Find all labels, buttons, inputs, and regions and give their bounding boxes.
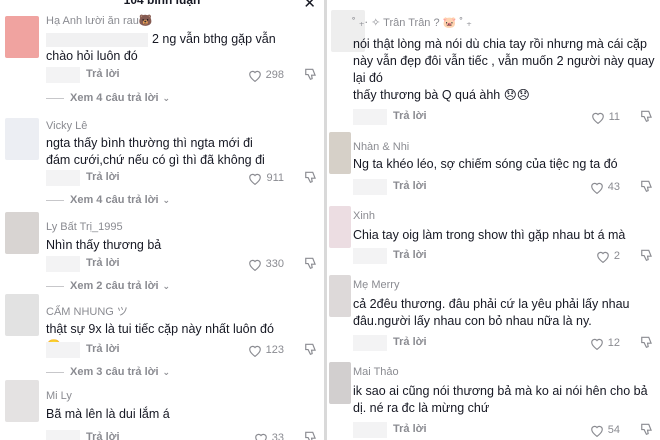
reply-button[interactable]: Trả lời <box>86 257 120 269</box>
comment-username[interactable]: Mi Ly <box>46 390 72 402</box>
reply-button[interactable]: Trả lời <box>393 110 427 122</box>
like-count: 12 <box>607 337 620 349</box>
avatar[interactable] <box>329 132 351 174</box>
dislike-icon[interactable] <box>304 256 318 270</box>
avatar[interactable] <box>5 118 39 160</box>
like-button[interactable]: 123 <box>248 340 284 360</box>
comment-text: Chia tay oig làm trong show thì gặp nhau… <box>353 228 626 242</box>
like-button[interactable]: 12 <box>590 333 620 353</box>
comments-count-title: 104 bình luận <box>123 0 201 7</box>
comment-text: Ng ta khéo léo, sợ chiếm sóng của tiệc n… <box>353 157 618 171</box>
dislike-icon[interactable] <box>304 430 318 440</box>
dislike-icon[interactable] <box>640 179 654 193</box>
avatar[interactable] <box>5 16 39 58</box>
like-count: 2 <box>613 250 620 262</box>
reply-button[interactable]: Trả lời <box>86 171 120 183</box>
like-button[interactable]: 11 <box>591 107 620 127</box>
comment-username[interactable]: ˚ ₊‧ ✧ Trân Trân ? 🐷 ˚ ₊ <box>352 16 472 29</box>
like-count: 11 <box>608 111 620 123</box>
like-count: 43 <box>607 181 620 193</box>
like-count: 911 <box>266 172 284 184</box>
comment-username[interactable]: Xinh <box>353 210 375 222</box>
reply-button[interactable]: Trả lời <box>86 431 120 440</box>
heart-icon <box>254 433 267 440</box>
close-icon[interactable]: ✕ <box>303 0 316 12</box>
like-button[interactable]: 54 <box>590 420 620 440</box>
heart-icon <box>248 345 261 357</box>
comment-username[interactable]: Vicky Lê <box>46 120 87 132</box>
heart-icon <box>590 338 603 350</box>
comments-panel-left: 104 bình luận ✕ Hạ Anh lười ăn rau🐻 2 ng… <box>0 0 324 440</box>
like-button[interactable]: 43 <box>590 177 620 197</box>
heart-icon <box>597 251 609 263</box>
heart-icon <box>248 70 261 82</box>
like-count: 298 <box>265 69 284 81</box>
heart-icon <box>590 182 603 194</box>
like-button[interactable]: 298 <box>248 65 284 85</box>
comment-text: ik sao ai cũng nói thương bả mà ko ai nó… <box>353 384 648 415</box>
comment-text: nói thật lòng mà nói dù chia tay rồi như… <box>353 37 655 102</box>
comment-username[interactable]: Hạ Anh lười ăn rau🐻 <box>46 14 153 27</box>
comment-username[interactable]: Mai Thảo <box>353 366 399 378</box>
comment-username[interactable]: Ly Bất Trị_1995 <box>46 221 123 233</box>
view-replies-button[interactable]: Xem 2 câu trả lời ⌄ <box>46 280 170 292</box>
avatar[interactable] <box>5 212 39 254</box>
heart-icon <box>249 173 262 185</box>
like-count: 123 <box>265 344 284 356</box>
avatar[interactable] <box>5 294 39 336</box>
avatar[interactable] <box>329 206 351 248</box>
view-replies-button[interactable]: Xem 3 câu trả lời ⌄ <box>46 366 170 378</box>
dislike-icon[interactable] <box>640 248 654 262</box>
avatar[interactable] <box>5 380 39 422</box>
like-button[interactable]: 2 <box>596 246 620 266</box>
dislike-icon[interactable] <box>304 342 318 356</box>
dislike-icon[interactable] <box>640 422 654 436</box>
comment-username[interactable]: CẨM NHUNG ツ <box>46 303 128 319</box>
like-count: 330 <box>265 258 284 270</box>
reply-button[interactable]: Trả lời <box>393 336 427 348</box>
reply-button[interactable]: Trả lời <box>393 423 427 435</box>
heart-icon <box>590 425 603 437</box>
chevron-down-icon: ⌄ <box>162 194 171 205</box>
comment-username[interactable]: Nhàn & Nhi <box>353 141 409 153</box>
chevron-down-icon: ⌄ <box>162 92 171 103</box>
like-button[interactable]: 330 <box>248 254 284 274</box>
dislike-icon[interactable] <box>304 67 318 81</box>
dislike-icon[interactable] <box>304 170 318 184</box>
chevron-down-icon: ⌄ <box>162 366 171 377</box>
like-button[interactable]: 33 <box>254 428 284 440</box>
like-count: 33 <box>271 432 284 440</box>
dislike-icon[interactable] <box>640 335 654 349</box>
heart-icon <box>591 112 604 124</box>
comment-username[interactable]: Mẹ Merry <box>353 279 399 291</box>
reply-button[interactable]: Trả lời <box>86 343 120 355</box>
reply-button[interactable]: Trả lời <box>393 249 427 261</box>
comment-text: Bã mà lên là dui lắm á <box>46 407 170 421</box>
comment-text: cả 2đêu thương. đâu phải cứ la yêu phải … <box>353 297 630 328</box>
view-replies-button[interactable]: Xem 4 câu trả lời ⌄ <box>46 92 170 104</box>
heart-icon <box>248 259 261 271</box>
comments-panel-right: ˚ ₊‧ ✧ Trân Trân ? 🐷 ˚ ₊ nói thật lòng m… <box>327 0 660 440</box>
chevron-down-icon: ⌄ <box>162 280 171 291</box>
view-replies-button[interactable]: Xem 4 câu trả lời ⌄ <box>46 194 170 206</box>
redacted-mention <box>46 32 148 47</box>
reply-button[interactable]: Trả lời <box>86 68 120 80</box>
dislike-icon[interactable] <box>640 109 654 123</box>
like-button[interactable]: 911 <box>248 168 284 188</box>
comment-text: Nhìn thấy thương bả <box>46 238 162 252</box>
reply-button[interactable]: Trả lời <box>393 180 427 192</box>
avatar[interactable] <box>329 275 351 317</box>
like-count: 54 <box>607 424 620 436</box>
avatar[interactable] <box>329 362 351 404</box>
